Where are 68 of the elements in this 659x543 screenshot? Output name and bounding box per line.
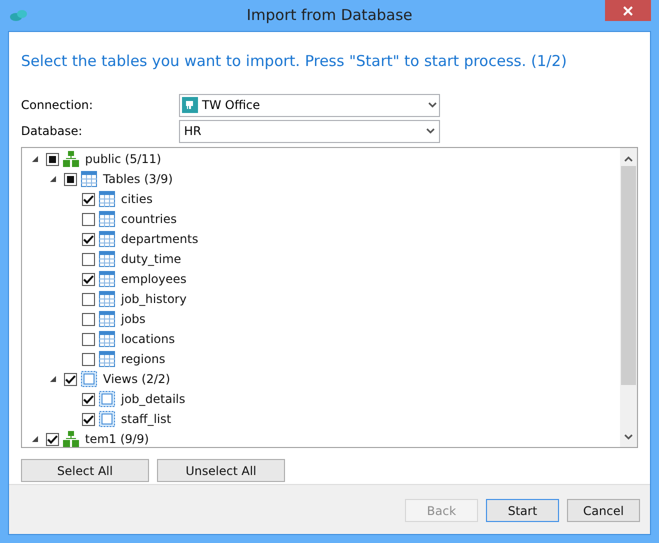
expanded-arrow-icon[interactable]	[32, 156, 38, 162]
tree-item-label[interactable]: departments	[121, 230, 198, 248]
schema-icon	[63, 431, 79, 447]
connection-label: Connection:	[21, 97, 94, 114]
window-title: Import from Database	[246, 5, 412, 26]
table-icon	[99, 331, 115, 347]
table-icon	[99, 271, 115, 287]
checkbox[interactable]	[82, 312, 95, 326]
checkbox[interactable]	[82, 232, 95, 246]
scroll-down-icon	[624, 434, 633, 440]
schema-icon	[63, 151, 79, 167]
selection-button[interactable]: Select All	[21, 459, 149, 482]
table-icon	[81, 171, 97, 187]
table-icon	[99, 351, 115, 367]
tree-item-label[interactable]: Tables (3/9)	[103, 170, 173, 188]
table-icon	[99, 251, 115, 267]
checkbox[interactable]	[82, 352, 95, 366]
tree-item-label[interactable]: duty_time	[121, 250, 182, 268]
checkbox[interactable]	[82, 192, 95, 206]
view-icon	[81, 371, 97, 387]
table-icon	[99, 191, 115, 207]
checkbox[interactable]	[64, 372, 77, 386]
checkbox[interactable]	[82, 252, 95, 266]
checkbox[interactable]	[82, 272, 95, 286]
scroll-thumb[interactable]	[621, 166, 636, 385]
tree-item-label[interactable]: Views (2/2)	[103, 370, 170, 388]
instruction-text: Select the tables you want to import. Press "Start" to start process. (1/2)	[21, 52, 567, 70]
table-icon	[99, 231, 115, 247]
app-logo-icon	[10, 9, 28, 22]
tree-item-label[interactable]: locations	[121, 330, 175, 348]
checkbox[interactable]	[46, 152, 59, 166]
tree-item-label[interactable]: regions	[121, 350, 166, 368]
connection-dropdown[interactable]: TW Office	[179, 94, 440, 116]
tree-item-label[interactable]: staff_list	[121, 410, 172, 428]
close-button[interactable]	[605, 0, 651, 21]
tree-item-label[interactable]: countries	[121, 210, 177, 228]
tree-item-label[interactable]: public (5/11)	[85, 150, 162, 168]
view-icon	[99, 411, 115, 427]
expanded-arrow-icon[interactable]	[50, 176, 56, 182]
scroll-up-icon	[624, 156, 633, 162]
expanded-arrow-icon[interactable]	[50, 376, 56, 382]
view-icon	[99, 391, 115, 407]
expanded-arrow-icon[interactable]	[32, 436, 38, 442]
dropdown-caret-icon	[426, 128, 435, 134]
tree-item-label[interactable]: employees	[121, 270, 186, 288]
selection-button[interactable]: Unselect All	[157, 459, 285, 482]
database-label: Database:	[21, 123, 84, 140]
scrollbar[interactable]	[620, 148, 637, 447]
checkbox[interactable]	[82, 412, 95, 426]
tree-item-label[interactable]: job_details	[121, 390, 186, 408]
dropdown-caret-icon	[428, 102, 437, 108]
checkbox[interactable]	[82, 332, 95, 346]
checkbox[interactable]	[82, 292, 95, 306]
tree-item-label[interactable]: tem1 (9/9)	[85, 430, 149, 447]
dialog-button[interactable]: Cancel	[567, 499, 640, 522]
table-icon	[99, 291, 115, 307]
tree-item-label[interactable]: cities	[121, 190, 153, 208]
checkbox[interactable]	[82, 392, 95, 406]
table-icon	[99, 311, 115, 327]
database-dropdown[interactable]: HR	[179, 120, 440, 142]
close-icon	[623, 6, 633, 16]
dialog-button[interactable]: Start	[486, 499, 559, 522]
tree-item-label[interactable]: jobs	[121, 310, 146, 328]
tree-item-label[interactable]: job_history	[121, 290, 187, 308]
checkbox[interactable]	[82, 212, 95, 226]
table-icon	[99, 211, 115, 227]
checkbox[interactable]	[46, 432, 59, 446]
checkbox[interactable]	[64, 172, 77, 186]
